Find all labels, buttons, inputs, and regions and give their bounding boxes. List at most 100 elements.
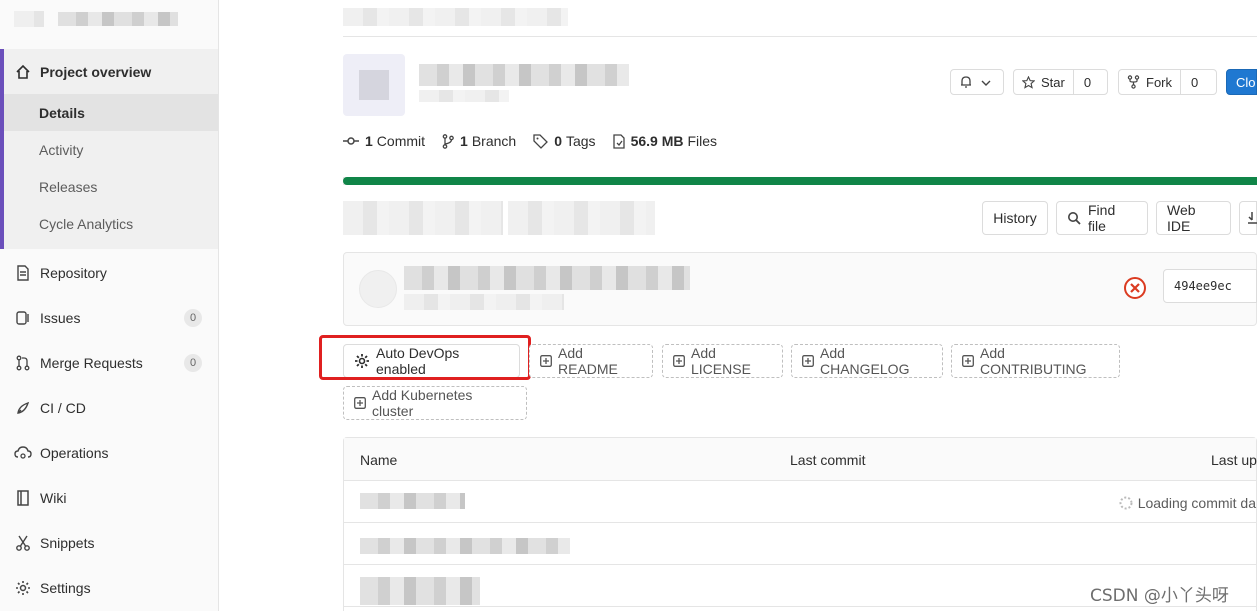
fork-count[interactable]: 0	[1180, 70, 1208, 94]
column-header-name: Name	[360, 452, 398, 468]
sidebar-item-operations[interactable]: Operations	[0, 430, 218, 475]
sidebar-item-label: Settings	[40, 579, 91, 596]
commits-label: Commit	[376, 133, 426, 149]
files-size: 56.9 MB	[630, 133, 684, 149]
csdn-watermark: CSDN @小丫头呀	[1090, 586, 1229, 606]
file-name-blurred[interactable]	[360, 493, 465, 509]
sidebar-item-repository[interactable]: Repository	[0, 250, 218, 295]
column-header-last-update: Last upd	[1211, 452, 1257, 468]
loading-commit-data: Loading commit da	[1119, 495, 1256, 511]
commit-author-avatar[interactable]	[359, 270, 397, 308]
sidebar: Project overview Details Activity Releas…	[0, 0, 219, 611]
plus-square-icon	[354, 397, 366, 409]
find-file-button[interactable]: Find file	[1056, 201, 1148, 235]
plus-square-icon	[673, 355, 685, 367]
spinner-icon	[1119, 496, 1133, 510]
branch-icon	[442, 133, 454, 149]
sidebar-item-settings[interactable]: Settings	[0, 565, 218, 610]
sidebar-item-label: Merge Requests	[40, 354, 143, 371]
branches-count: 1	[460, 133, 468, 149]
fork-icon	[1127, 75, 1140, 89]
issues-icon	[14, 309, 32, 327]
sidebar-subitem-details[interactable]: Details	[4, 94, 218, 131]
add-kubernetes-cluster-button[interactable]: Add Kubernetes cluster	[343, 386, 527, 420]
clone-button[interactable]: Clo	[1226, 69, 1257, 95]
sidebar-subitem-activity[interactable]: Activity	[4, 131, 218, 168]
web-ide-button[interactable]: Web IDE	[1156, 201, 1231, 235]
language-bar-fill[interactable]	[343, 177, 1257, 185]
add-license-label: Add LICENSE	[691, 345, 751, 377]
commits-count: 1	[365, 133, 373, 149]
sidebar-item-snippets[interactable]: Snippets	[0, 520, 218, 565]
sidebar-item-merge-requests[interactable]: Merge Requests 0	[0, 340, 218, 385]
file-name-blurred[interactable]	[360, 577, 480, 605]
gear-icon	[14, 579, 32, 597]
add-changelog-button[interactable]: Add CHANGELOG	[791, 344, 943, 378]
commit-meta-blurred	[404, 294, 564, 310]
project-title-blurred	[419, 64, 629, 86]
files-label: Files	[687, 133, 718, 149]
sidebar-subitem-cycle-analytics[interactable]: Cycle Analytics	[4, 205, 218, 242]
pipeline-failed-icon[interactable]	[1123, 276, 1147, 300]
fork-label: Fork	[1146, 74, 1172, 90]
sidebar-subitem-label: Details	[39, 104, 85, 121]
tags-count: 0	[554, 133, 562, 149]
chevron-down-icon	[981, 75, 991, 90]
rocket-icon	[14, 399, 32, 417]
sidebar-item-wiki[interactable]: Wiki	[0, 475, 218, 520]
add-contributing-button[interactable]: Add CONTRIBUTING	[951, 344, 1120, 378]
project-header[interactable]	[0, 0, 219, 40]
sidebar-item-label: Wiki	[40, 489, 67, 506]
sidebar-subitem-label: Cycle Analytics	[39, 215, 134, 232]
star-count[interactable]: 0	[1072, 70, 1101, 94]
sidebar-item-project-overview[interactable]: Project overview	[0, 49, 218, 94]
commit-sha-button[interactable]: 494ee9ec	[1163, 269, 1257, 303]
sidebar-subitem-label: Activity	[39, 141, 84, 158]
breadcrumb-path-blurred[interactable]	[508, 201, 655, 235]
add-readme-button[interactable]: Add README	[529, 344, 653, 378]
commit-sha: 494ee9ec	[1174, 279, 1232, 293]
book-icon	[14, 489, 32, 507]
tag-icon	[533, 133, 549, 149]
branches-stat[interactable]: 1 Branch	[442, 133, 516, 149]
table-row[interactable]	[344, 523, 1256, 565]
add-license-button[interactable]: Add LICENSE	[662, 344, 783, 378]
sidebar-item-label: CI / CD	[40, 399, 86, 416]
notification-dropdown[interactable]	[950, 69, 1004, 95]
branches-label: Branch	[471, 133, 517, 149]
search-icon	[1067, 211, 1081, 225]
project-name-blurred	[58, 12, 178, 26]
table-row[interactable]: Loading commit da	[344, 481, 1256, 523]
add-changelog-label: Add CHANGELOG	[820, 345, 910, 377]
project-stats: 1 Commit 1 Branch 0 Tags 56.9 MB Files	[343, 131, 734, 151]
project-avatar-blurred	[14, 11, 44, 27]
sidebar-subitem-releases[interactable]: Releases	[4, 168, 218, 205]
find-file-label: Find file	[1088, 202, 1116, 234]
sidebar-subitem-label: Releases	[39, 178, 98, 195]
sidebar-item-issues[interactable]: Issues 0	[0, 295, 218, 340]
files-icon	[612, 133, 625, 149]
red-highlight-annotation	[319, 335, 531, 380]
project-id-blurred	[419, 90, 509, 102]
web-ide-label: Web IDE	[1167, 202, 1196, 234]
tags-stat[interactable]: 0 Tags	[533, 133, 596, 149]
fork-button[interactable]: Fork 0	[1118, 69, 1217, 95]
sidebar-item-label: Operations	[40, 444, 109, 461]
history-button[interactable]: History	[982, 201, 1048, 235]
commits-stat[interactable]: 1 Commit	[343, 133, 425, 149]
file-icon	[14, 264, 32, 282]
merge-request-icon	[14, 354, 32, 372]
sidebar-item-ci-cd[interactable]: CI / CD	[0, 385, 218, 430]
project-avatar	[343, 54, 405, 116]
home-icon	[14, 63, 32, 81]
files-stat[interactable]: 56.9 MB Files	[612, 133, 718, 149]
sidebar-item-label: Issues	[40, 309, 81, 326]
file-name-blurred[interactable]	[360, 538, 570, 554]
commit-icon	[343, 136, 359, 146]
scissors-icon	[14, 534, 32, 552]
download-button[interactable]	[1239, 201, 1257, 235]
branch-selector-blurred[interactable]	[343, 201, 503, 235]
loading-text: Loading commit da	[1137, 495, 1256, 511]
commit-title-blurred[interactable]	[404, 266, 690, 290]
star-button[interactable]: Star 0	[1013, 69, 1108, 95]
